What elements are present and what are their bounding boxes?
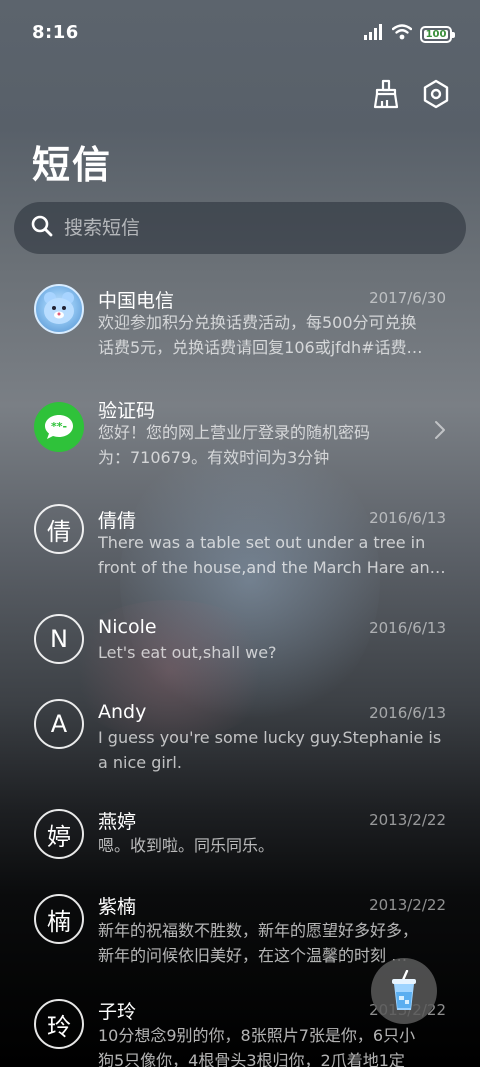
message-date: 2017/6/30 (369, 289, 446, 307)
settings-hex-icon[interactable] (420, 78, 452, 110)
drink-cup-icon (392, 970, 416, 1010)
preview-line-2: 话费5元，兑换话费请回复106或jfdh#话费… (98, 338, 423, 357)
message-preview: 您好！您的网上营业厅登录的随机密码 为：710679。有效时间为3分钟 (98, 420, 448, 470)
avatar: 倩 (34, 504, 84, 554)
signal-icon (364, 24, 384, 44)
preview-line-1: Let's eat out,shall we? (98, 643, 277, 662)
message-date: 2016/6/13 (369, 704, 446, 722)
contact-name: Nicole (98, 616, 157, 638)
conversation-item[interactable]: 倩 倩倩 2016/6/13 There was a table set out… (0, 490, 480, 590)
contact-name: Andy (98, 701, 147, 723)
avatar: 玲 (34, 999, 84, 1049)
preview-line-2: 为：710679。有效时间为3分钟 (98, 448, 330, 467)
status-time: 8:16 (32, 22, 79, 43)
message-date: 2013/2/22 (369, 811, 446, 829)
search-bar[interactable] (14, 202, 466, 254)
broom-icon[interactable] (370, 78, 402, 110)
conversation-item[interactable]: A Andy 2016/6/13 I guess you're some luc… (0, 685, 480, 785)
page-title: 短信 (32, 143, 113, 187)
contact-name: 中国电信 (98, 290, 175, 312)
preview-line-1: There was a table set out under a tree i… (98, 533, 426, 552)
preview-line-1: 嗯。收到啦。同乐同乐。 (98, 836, 275, 855)
message-preview: Let's eat out,shall we? (98, 640, 448, 665)
header-actions (370, 78, 452, 110)
preview-line-1: 欢迎参加积分兑换话费活动，每500分可兑换 (98, 313, 417, 332)
message-preview: I guess you're some lucky guy.Stephanie … (98, 725, 448, 775)
floating-action-button[interactable] (371, 958, 437, 1024)
chevron-right-icon[interactable] (434, 420, 446, 444)
message-date: 2016/6/13 (369, 509, 446, 527)
message-preview: 欢迎参加积分兑换话费活动，每500分可兑换 话费5元，兑换话费请回复106或jf… (98, 310, 448, 360)
preview-line-1: 10分想念9别的你，8张照片7张是你，6只小 (98, 1026, 416, 1045)
conversation-item[interactable]: 婷 燕婷 2013/2/22 嗯。收到啦。同乐同乐。 (0, 795, 480, 875)
contact-name: 子玲 (98, 1001, 137, 1023)
status-icons: 100 (364, 24, 455, 44)
status-bar: 8:16 100 (0, 0, 480, 68)
battery-level: 100 (425, 28, 447, 40)
preview-line-1: I guess you're some lucky guy.Stephanie … (98, 728, 442, 747)
contact-name: 紫楠 (98, 896, 137, 918)
message-preview: 嗯。收到啦。同乐同乐。 (98, 833, 448, 858)
message-preview: 10分想念9别的你，8张照片7张是你，6只小 狗5只像你，4根骨头3根归你，2爪… (98, 1023, 448, 1067)
conversation-item[interactable]: **- 验证码 您好！您的网上营业厅登录的随机密码 为：710679。有效时间为… (0, 380, 480, 480)
preview-line-1: 您好！您的网上营业厅登录的随机密码 (98, 423, 371, 442)
preview-line-2: 狗5只像你，4根骨头3根归你，2爪着地1定 (98, 1051, 405, 1067)
avatar (34, 284, 84, 334)
message-preview: There was a table set out under a tree i… (98, 530, 448, 580)
avatar: **- (34, 402, 84, 452)
search-input[interactable] (64, 217, 466, 239)
svg-text:**-: **- (51, 420, 67, 433)
avatar: N (34, 614, 84, 664)
conversation-item[interactable]: 中国电信 2017/6/30 欢迎参加积分兑换话费活动，每500分可兑换 话费5… (0, 270, 480, 370)
message-date: 2013/2/22 (369, 896, 446, 914)
contact-name: 燕婷 (98, 811, 137, 833)
bear-avatar-icon (44, 292, 74, 324)
avatar: 楠 (34, 894, 84, 944)
search-icon (30, 214, 54, 242)
preview-line-2: a nice girl. (98, 753, 182, 772)
battery-icon: 100 (420, 25, 455, 43)
preview-line-2: front of the house,and the March Hare an… (98, 558, 446, 577)
conversation-item[interactable]: N Nicole 2016/6/13 Let's eat out,shall w… (0, 600, 480, 680)
avatar: A (34, 699, 84, 749)
preview-line-1: 新年的祝福数不胜数，新年的愿望好多好多， (98, 921, 419, 940)
sms-bubble-icon: **- (45, 415, 73, 439)
contact-name: 验证码 (98, 400, 156, 422)
message-date: 2016/6/13 (369, 619, 446, 637)
wifi-icon (391, 24, 413, 44)
contact-name: 倩倩 (98, 510, 137, 532)
avatar: 婷 (34, 809, 84, 859)
